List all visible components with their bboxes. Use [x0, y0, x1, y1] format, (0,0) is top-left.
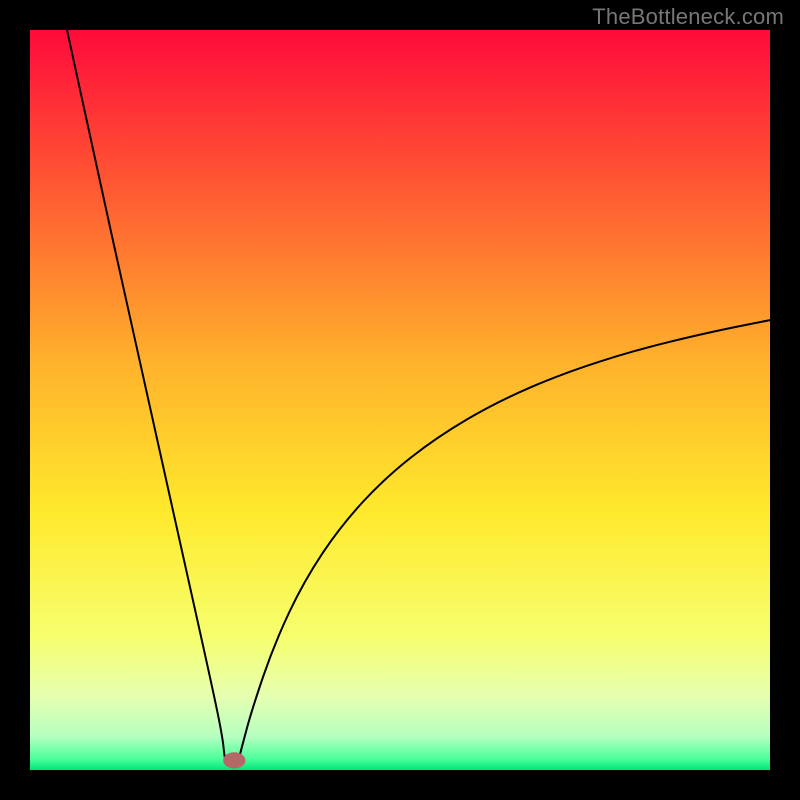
min-marker: [223, 752, 245, 768]
chart-svg: [30, 30, 770, 770]
gradient-rect: [30, 30, 770, 770]
plot-area: [30, 30, 770, 770]
attribution-label: TheBottleneck.com: [592, 4, 784, 30]
chart-frame: TheBottleneck.com: [0, 0, 800, 800]
